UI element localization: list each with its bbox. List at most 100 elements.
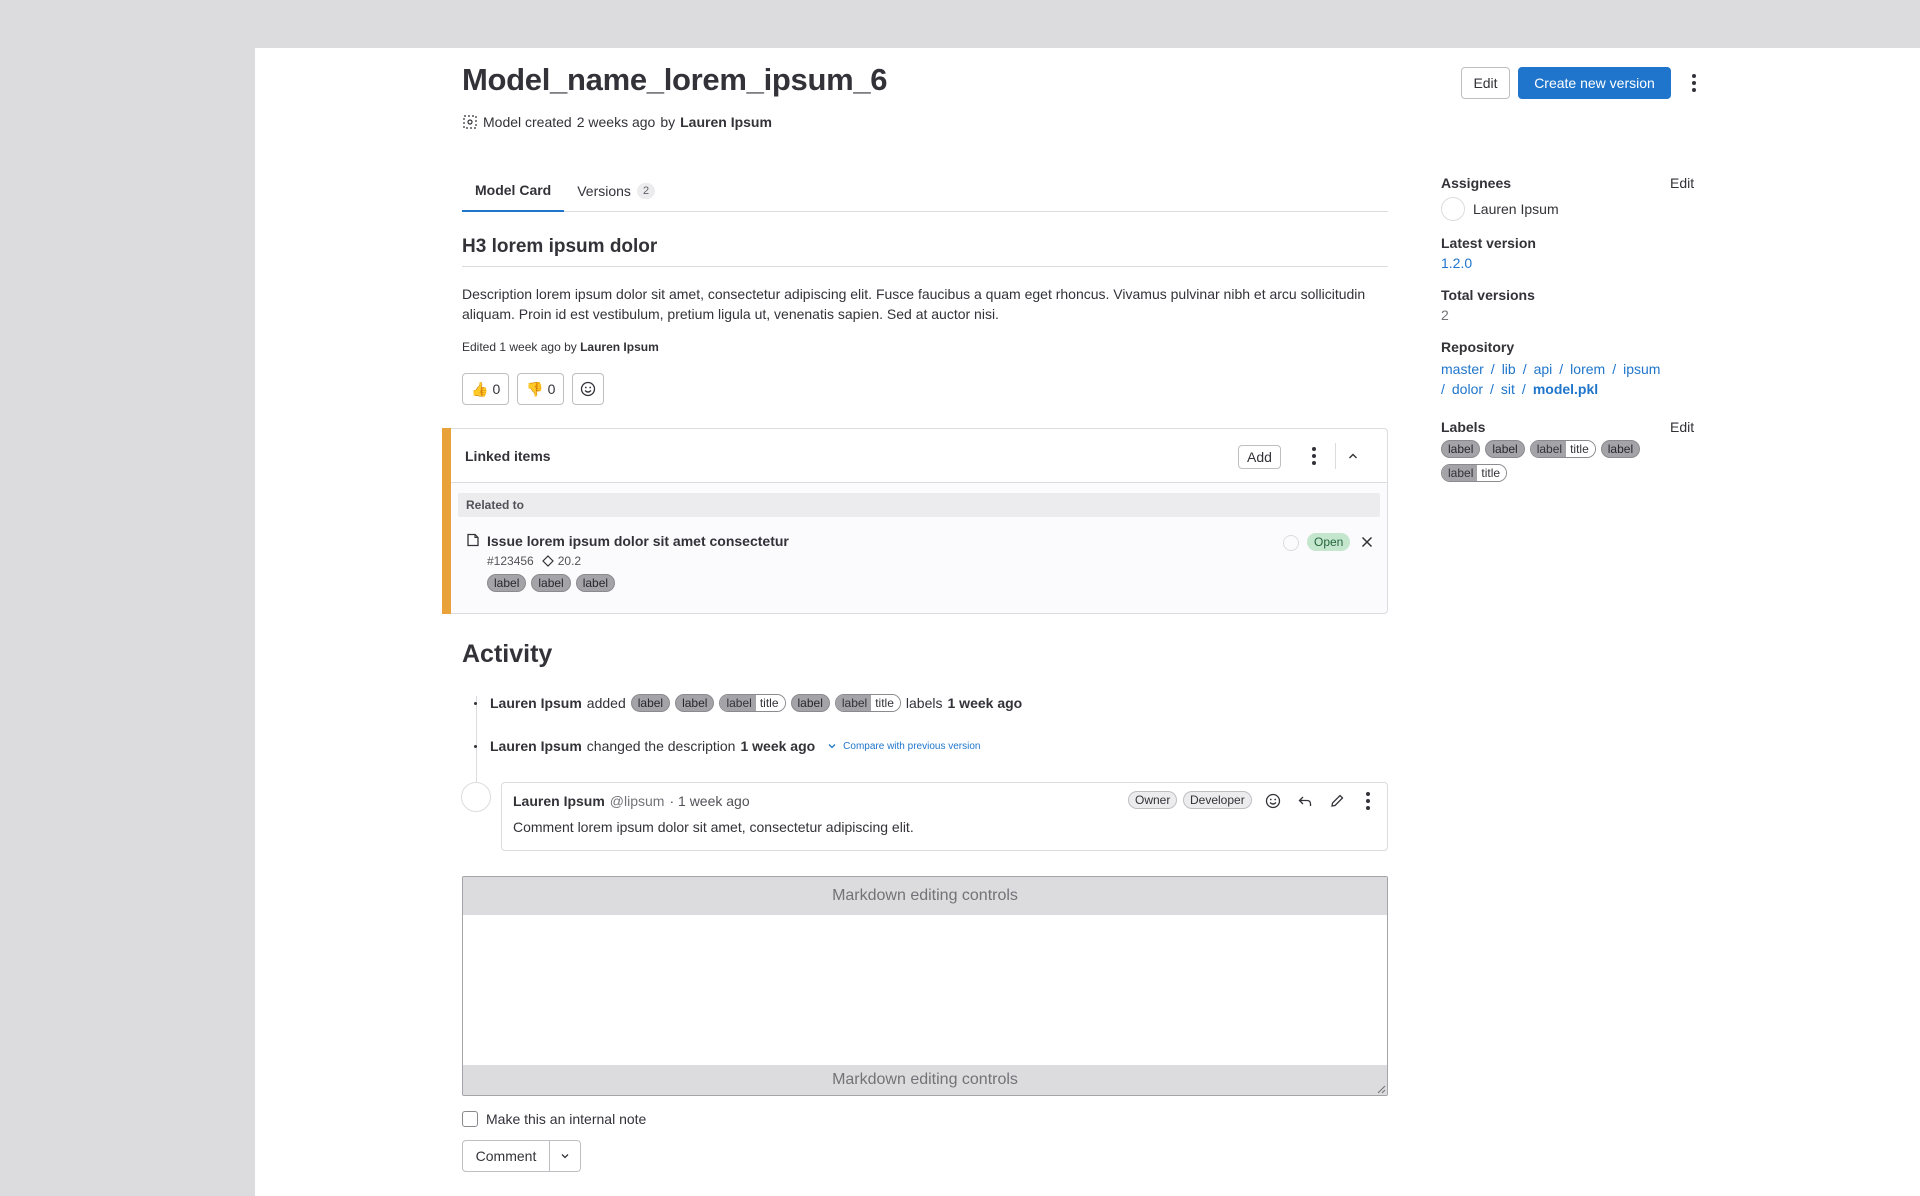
- markdown-toolbar-bottom[interactable]: Markdown editing controls: [463, 1065, 1387, 1095]
- scoped-label-key: label: [720, 695, 756, 711]
- scoped-label-key: label: [1442, 465, 1478, 481]
- subtitle-author[interactable]: Lauren Ipsum: [680, 114, 772, 130]
- linked-issue-ref: #123456: [487, 554, 534, 568]
- timeline-event-labels: Lauren Ipsum added label label label titl…: [474, 694, 1022, 712]
- create-new-version-button[interactable]: Create new version: [1518, 67, 1671, 99]
- repository-breadcrumb: master / lib / api / lorem / ipsum / dolor / sit / mod…: [1441, 361, 1661, 397]
- event-author[interactable]: Lauren Ipsum: [490, 738, 582, 754]
- comment-avatar[interactable]: [461, 782, 491, 812]
- scoped-label-badge[interactable]: label title: [834, 694, 901, 712]
- pencil-icon[interactable]: [1329, 793, 1345, 809]
- label-badge[interactable]: label: [1485, 440, 1525, 458]
- compare-link[interactable]: Compare with previous version: [843, 741, 980, 752]
- more-actions-icon[interactable]: [1686, 70, 1702, 96]
- tab-model-card[interactable]: Model Card: [462, 170, 565, 212]
- scoped-label-badge[interactable]: label title: [1441, 464, 1508, 482]
- linked-issue-meta: #123456 20.2: [487, 554, 581, 568]
- resize-handle-icon[interactable]: [1377, 1085, 1386, 1094]
- internal-note-checkbox[interactable]: [462, 1111, 478, 1127]
- comment-header: Lauren Ipsum @lipsum · 1 week ago: [513, 793, 750, 809]
- repo-path-segment[interactable]: master: [1441, 361, 1484, 377]
- subtitle-prefix: Model created: [483, 114, 572, 130]
- comment-button[interactable]: Comment: [462, 1140, 550, 1172]
- repo-path-segment[interactable]: sit: [1501, 381, 1515, 397]
- label-badge[interactable]: label: [575, 574, 616, 592]
- label-badge[interactable]: label: [1600, 440, 1641, 458]
- label-badge[interactable]: label: [487, 574, 527, 592]
- reply-icon[interactable]: [1297, 793, 1313, 809]
- close-icon[interactable]: [1360, 535, 1374, 549]
- tab-bar: Model Card Versions 2: [462, 170, 1388, 212]
- assignees-title: Assignees: [1441, 175, 1512, 191]
- scoped-label-key: label: [1530, 441, 1567, 457]
- internal-note-label: Make this an internal note: [486, 1111, 647, 1127]
- labels-edit-button[interactable]: Edit: [1670, 419, 1694, 435]
- chevron-up-icon[interactable]: [1346, 449, 1360, 463]
- chevron-down-icon: [561, 1154, 569, 1159]
- thumbs-down-icon: 👎: [526, 380, 544, 397]
- page-subtitle: Model created 2 weeks ago by Lauren Ipsu…: [462, 114, 772, 130]
- event-time: 1 week ago: [947, 695, 1023, 711]
- smiley-icon: [581, 381, 596, 397]
- linked-issue-labels: label label label: [487, 574, 616, 592]
- latest-version-link[interactable]: 1.2.0: [1441, 255, 1472, 271]
- comment-editor: Markdown editing controls Markdown editi…: [462, 876, 1388, 1096]
- milestone-icon: [541, 555, 554, 567]
- edited-info: Edited 1 week ago by Lauren Ipsum: [462, 340, 659, 354]
- edited-prefix: Edited 1 week ago by: [462, 340, 577, 354]
- related-to-header: Related to: [458, 493, 1380, 517]
- labels-title: Labels: [1441, 419, 1486, 435]
- card-heading: H3 lorem ipsum dolor: [462, 236, 1388, 267]
- role-badge-owner: Owner: [1128, 791, 1178, 809]
- comment-author[interactable]: Lauren Ipsum: [513, 793, 605, 809]
- label-badge[interactable]: label: [675, 694, 715, 712]
- add-linked-item-button[interactable]: Add: [1238, 445, 1281, 469]
- label-badge[interactable]: label: [531, 574, 571, 592]
- edit-button[interactable]: Edit: [1461, 67, 1510, 99]
- assignees-edit-button[interactable]: Edit: [1670, 175, 1694, 191]
- scoped-label-badge[interactable]: label title: [1529, 440, 1596, 458]
- card-description: Description lorem ipsum dolor sit amet, …: [462, 286, 1366, 322]
- linked-issue-title[interactable]: Issue lorem ipsum dolor sit amet consect…: [487, 533, 789, 549]
- issue-icon: [467, 533, 479, 547]
- page-title: Model_name_lorem_ipsum_6: [462, 62, 888, 97]
- versions-count-badge: 2: [636, 183, 656, 199]
- event-labels: label label label title label label title: [630, 694, 901, 712]
- comment-options-button[interactable]: [550, 1140, 581, 1172]
- internal-note-option: Make this an internal note: [462, 1111, 646, 1127]
- thumbs-down-button[interactable]: 👎 0: [517, 373, 565, 405]
- chevron-down-icon[interactable]: [826, 740, 838, 752]
- repo-path-segment[interactable]: dolor: [1452, 381, 1483, 397]
- event-author[interactable]: Lauren Ipsum: [490, 695, 582, 711]
- linked-more-icon[interactable]: [1307, 444, 1321, 468]
- label-badge[interactable]: label: [1441, 440, 1481, 458]
- repo-path-segment[interactable]: lorem: [1570, 361, 1605, 377]
- comment-textarea[interactable]: [463, 915, 1387, 1067]
- thumbs-down-count: 0: [547, 381, 556, 397]
- event-time: 1 week ago: [740, 738, 816, 754]
- comment-more-icon[interactable]: [1362, 791, 1374, 811]
- divider: [1335, 443, 1336, 469]
- add-reaction-button[interactable]: [572, 373, 605, 405]
- markdown-toolbar-top[interactable]: Markdown editing controls: [463, 877, 1387, 915]
- tab-model-card-label: Model Card: [475, 182, 552, 198]
- assignee-avatar: [1441, 197, 1465, 221]
- scoped-label-badge[interactable]: label title: [719, 694, 786, 712]
- repo-file-link[interactable]: model.pkl: [1533, 381, 1598, 397]
- smiley-icon[interactable]: [1265, 793, 1281, 809]
- edited-author[interactable]: Lauren Ipsum: [580, 340, 659, 354]
- repo-path-segment[interactable]: ipsum: [1623, 361, 1660, 377]
- assignee-name: Lauren Ipsum: [1473, 201, 1559, 217]
- scoped-label-value: title: [1566, 441, 1595, 457]
- assignee-row[interactable]: Lauren Ipsum: [1441, 197, 1559, 221]
- thumbs-up-button[interactable]: 👍 0: [462, 373, 510, 405]
- milestone-value: 20.2: [557, 554, 582, 568]
- tab-versions[interactable]: Versions 2: [564, 170, 668, 212]
- label-badge[interactable]: label: [630, 694, 671, 712]
- repo-path-segment[interactable]: lib: [1502, 361, 1516, 377]
- label-badge[interactable]: label: [790, 694, 830, 712]
- comment-handle[interactable]: @lipsum: [610, 793, 665, 809]
- award-emoji-row: 👍 0 👎 0: [462, 373, 605, 405]
- repo-path-segment[interactable]: api: [1534, 361, 1553, 377]
- comment-body: Comment lorem ipsum dolor sit amet, cons…: [513, 819, 914, 835]
